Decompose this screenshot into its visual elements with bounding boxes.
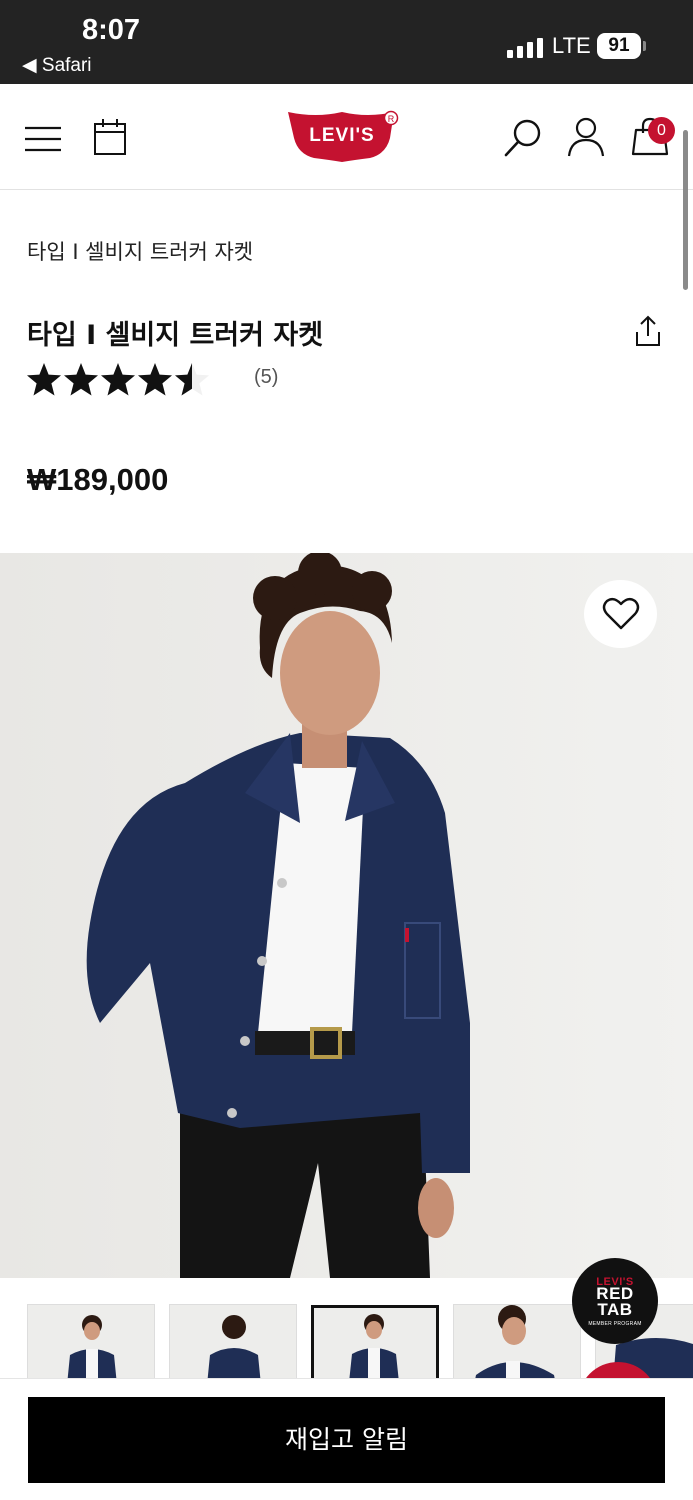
calendar-icon[interactable]	[93, 118, 127, 156]
thumbnail-3[interactable]	[311, 1305, 439, 1380]
search-icon[interactable]	[503, 118, 543, 158]
heart-icon	[602, 597, 639, 630]
network-type: LTE	[552, 33, 591, 58]
menu-icon[interactable]	[24, 126, 62, 152]
svg-text:R: R	[388, 114, 395, 124]
red-tab-member-badge[interactable]: LEVI'S RED TAB MEMBER PROGRAM	[572, 1258, 658, 1344]
star-icon	[27, 363, 61, 396]
product-price: ₩189,000	[27, 462, 169, 497]
thumbnail-image	[454, 1305, 580, 1380]
back-to-safari-link[interactable]: ◀ Safari	[22, 54, 92, 77]
scrollbar[interactable]	[683, 130, 688, 290]
thumbnail-1[interactable]	[27, 1304, 155, 1380]
signal-icon	[507, 38, 543, 58]
thumbnail-image	[170, 1305, 296, 1380]
product-title: 타입 I 셀비지 트러커 자켓	[27, 320, 324, 351]
status-time: 8:07	[82, 14, 141, 46]
red-tab-subtitle: MEMBER PROGRAM	[588, 1321, 642, 1327]
thumbnail-image	[28, 1305, 154, 1380]
star-icon	[101, 363, 135, 396]
restock-notify-button[interactable]: 재입고 알림	[28, 1397, 665, 1483]
model-photo	[0, 553, 693, 1278]
cart-count-badge: 0	[648, 117, 675, 144]
share-icon[interactable]	[634, 314, 662, 348]
red-tab-title: RED TAB	[596, 1284, 634, 1319]
thumbnail-4[interactable]	[453, 1304, 581, 1380]
svg-text:LEVI'S: LEVI'S	[309, 125, 374, 146]
battery-icon: 91	[597, 33, 641, 59]
review-count-link[interactable]: (5)	[254, 366, 278, 389]
account-icon[interactable]	[566, 116, 606, 158]
star-icon	[64, 363, 98, 396]
star-icon	[175, 363, 209, 396]
star-rating	[26, 362, 211, 398]
site-header: LEVI'S R	[0, 84, 693, 190]
status-bar: 8:07 ◀ Safari LTE 91	[0, 0, 693, 84]
star-icon	[138, 363, 172, 396]
wishlist-button[interactable]	[584, 580, 657, 648]
levis-logo[interactable]: LEVI'S R	[286, 108, 406, 164]
breadcrumb[interactable]: 타입 I 셀비지 트러커 자켓	[27, 236, 253, 266]
battery-tip	[643, 41, 646, 51]
product-image[interactable]	[0, 553, 693, 1278]
thumbnail-2[interactable]	[169, 1304, 297, 1380]
thumbnail-image	[314, 1308, 436, 1380]
